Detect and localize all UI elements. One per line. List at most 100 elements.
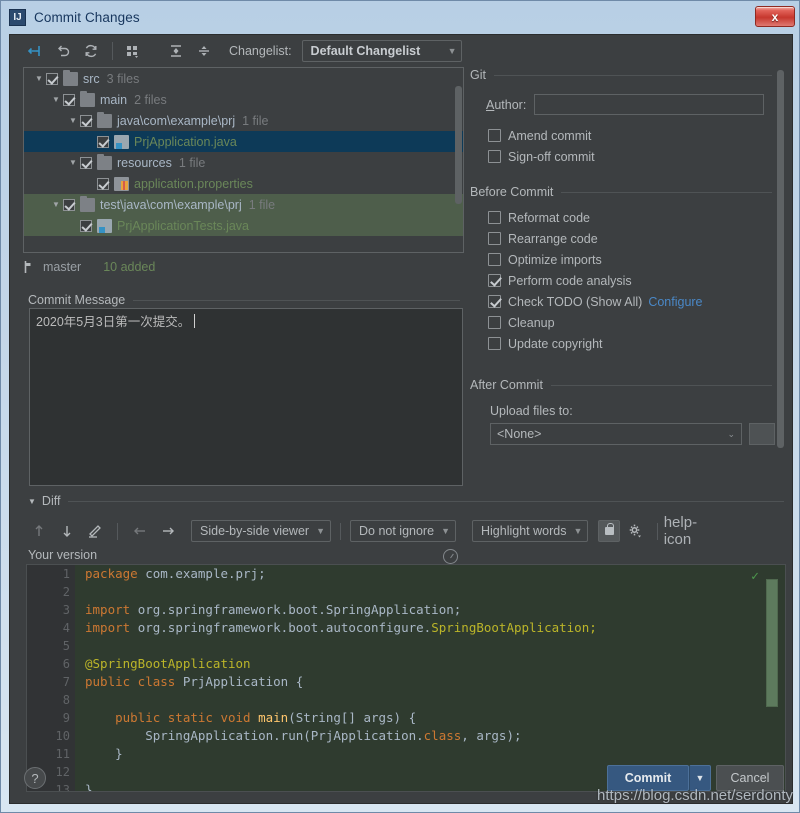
collapse-to-changelist-icon[interactable] bbox=[22, 39, 48, 63]
before-commit-option-reformat-code[interactable]: Reformat code bbox=[488, 207, 786, 228]
options-scrollbar[interactable] bbox=[777, 70, 784, 448]
tree-row-checkbox[interactable] bbox=[63, 93, 75, 106]
branch-name: master bbox=[43, 260, 82, 274]
checkbox[interactable] bbox=[488, 316, 501, 329]
before-commit-option-perform-code-analysis[interactable]: Perform code analysis bbox=[488, 270, 786, 291]
group-by-icon[interactable] bbox=[121, 39, 147, 63]
highlight-mode-dropdown[interactable]: Highlight words ▼ bbox=[471, 520, 589, 542]
clock-icon[interactable] bbox=[443, 549, 458, 564]
folder-icon bbox=[97, 153, 112, 170]
configure-link[interactable]: Configure bbox=[648, 295, 702, 309]
before-commit-option-check-todo-show-all[interactable]: Check TODO (Show All) Configure bbox=[488, 291, 786, 312]
tree-row[interactable]: ▼ java\com\example\prj 1 file bbox=[24, 110, 463, 131]
collapse-all-icon[interactable] bbox=[191, 39, 217, 63]
expand-twisty-icon[interactable]: ▼ bbox=[49, 95, 63, 104]
code-token: SpringBootApplication; bbox=[431, 620, 597, 635]
commit-button[interactable]: Commit bbox=[607, 765, 689, 791]
commit-dropdown-button[interactable]: ▼ bbox=[689, 765, 711, 791]
expand-twisty-icon[interactable]: ▼ bbox=[49, 200, 63, 209]
tree-row[interactable]: ▼ src 3 files bbox=[24, 68, 463, 89]
checkbox[interactable] bbox=[488, 274, 501, 287]
chevron-down-icon: ▼ bbox=[441, 526, 450, 536]
tree-row-name: src bbox=[83, 71, 100, 86]
editor-scrollbar[interactable] bbox=[766, 579, 778, 707]
code-line: public static void main(String[] args) { bbox=[75, 709, 785, 727]
tree-row-checkbox[interactable] bbox=[46, 72, 58, 85]
tree-row[interactable]: ▼ test\java\com\example\prj 1 file bbox=[24, 194, 463, 215]
changelist-dropdown[interactable]: Default Changelist ▼ bbox=[301, 40, 462, 62]
checkbox[interactable] bbox=[488, 150, 501, 163]
tree-row[interactable]: PrjApplicationTests.java bbox=[24, 215, 463, 236]
help-button[interactable]: ? bbox=[24, 767, 46, 789]
checkbox[interactable] bbox=[488, 129, 501, 142]
git-option-amend-commit[interactable]: Amend commit bbox=[488, 125, 786, 146]
revert-icon[interactable] bbox=[50, 39, 76, 63]
before-commit-option-update-copyright[interactable]: Update copyright bbox=[488, 333, 786, 354]
checkbox-label: Rearrange code bbox=[508, 231, 598, 246]
line-number: 8 bbox=[62, 693, 70, 707]
divider bbox=[550, 384, 772, 386]
checkbox[interactable] bbox=[488, 295, 501, 308]
lock-icon[interactable] bbox=[598, 520, 621, 542]
checkbox[interactable] bbox=[488, 232, 501, 245]
your-version-label: Your version bbox=[28, 548, 98, 562]
previous-difference-icon[interactable] bbox=[26, 519, 52, 543]
gear-icon[interactable] bbox=[622, 519, 648, 543]
edit-source-icon[interactable] bbox=[82, 519, 108, 543]
tree-row-count: 2 files bbox=[134, 92, 167, 107]
divider bbox=[133, 299, 460, 301]
properties-file-icon bbox=[114, 176, 129, 191]
tree-row-checkbox[interactable] bbox=[97, 177, 109, 190]
checkbox-label: Optimize imports bbox=[508, 252, 602, 267]
changelist-value: Default Changelist bbox=[310, 44, 421, 58]
diff-label: Diff bbox=[41, 494, 61, 508]
tree-scrollbar[interactable] bbox=[455, 86, 462, 204]
tree-row-checkbox[interactable] bbox=[97, 135, 109, 148]
cancel-button[interactable]: Cancel bbox=[716, 765, 784, 791]
changed-files-tree[interactable]: ▼ src 3 files ▼ main 2 files ▼ java\com\example… bbox=[23, 67, 464, 253]
code-token: PrjApplication bbox=[182, 674, 289, 689]
tree-row[interactable]: ▼ resources 1 file bbox=[24, 152, 463, 173]
expand-all-icon[interactable] bbox=[163, 39, 189, 63]
refresh-icon[interactable] bbox=[78, 39, 104, 63]
code-token: { bbox=[288, 674, 304, 689]
line-number: 5 bbox=[62, 639, 70, 653]
commit-message-input[interactable]: 2020年5月3日第一次提交。 bbox=[29, 308, 463, 486]
checkbox[interactable] bbox=[488, 337, 501, 350]
next-difference-icon[interactable] bbox=[54, 519, 80, 543]
tree-row[interactable]: ▼ main 2 files bbox=[24, 89, 463, 110]
tree-row[interactable]: PrjApplication.java bbox=[24, 131, 463, 152]
checkbox[interactable] bbox=[488, 211, 501, 224]
checkbox-label: Cleanup bbox=[508, 315, 555, 330]
expand-twisty-icon[interactable]: ▼ bbox=[32, 74, 46, 83]
accept-left-icon[interactable] bbox=[127, 519, 153, 543]
folder-icon bbox=[97, 111, 112, 128]
code-token: package bbox=[85, 566, 146, 581]
expand-twisty-icon[interactable]: ▼ bbox=[66, 116, 80, 125]
expand-twisty-icon[interactable]: ▼ bbox=[66, 158, 80, 167]
before-commit-option-rearrange-code[interactable]: Rearrange code bbox=[488, 228, 786, 249]
tree-row-checkbox[interactable] bbox=[63, 198, 75, 211]
before-commit-option-cleanup[interactable]: Cleanup bbox=[488, 312, 786, 333]
tree-row[interactable]: application.properties bbox=[24, 173, 463, 194]
before-commit-option-optimize-imports[interactable]: Optimize imports bbox=[488, 249, 786, 270]
branch-icon bbox=[23, 260, 35, 274]
tree-row-checkbox[interactable] bbox=[80, 156, 92, 169]
accept-right-icon[interactable] bbox=[155, 519, 181, 543]
diff-section-header[interactable]: ▼ Diff bbox=[28, 494, 784, 508]
tree-row-count: 1 file bbox=[178, 155, 206, 170]
line-number: 4 bbox=[62, 621, 70, 635]
ignore-policy-dropdown[interactable]: Do not ignore ▼ bbox=[350, 520, 456, 542]
viewer-mode-dropdown[interactable]: Side-by-side viewer ▼ bbox=[191, 520, 331, 542]
upload-target-dropdown[interactable]: <None> ⌄ bbox=[490, 423, 742, 445]
tree-row-checkbox[interactable] bbox=[80, 219, 92, 232]
help-icon[interactable]: help-icon bbox=[664, 514, 697, 548]
git-option-sign-off-commit[interactable]: Sign-off commit bbox=[488, 146, 786, 167]
added-count: 10 added bbox=[103, 260, 156, 274]
checkbox[interactable] bbox=[488, 253, 501, 266]
upload-config-button[interactable] bbox=[749, 423, 775, 445]
close-icon[interactable]: x bbox=[755, 6, 795, 27]
tree-row-checkbox[interactable] bbox=[80, 114, 92, 127]
author-field[interactable] bbox=[534, 94, 764, 115]
